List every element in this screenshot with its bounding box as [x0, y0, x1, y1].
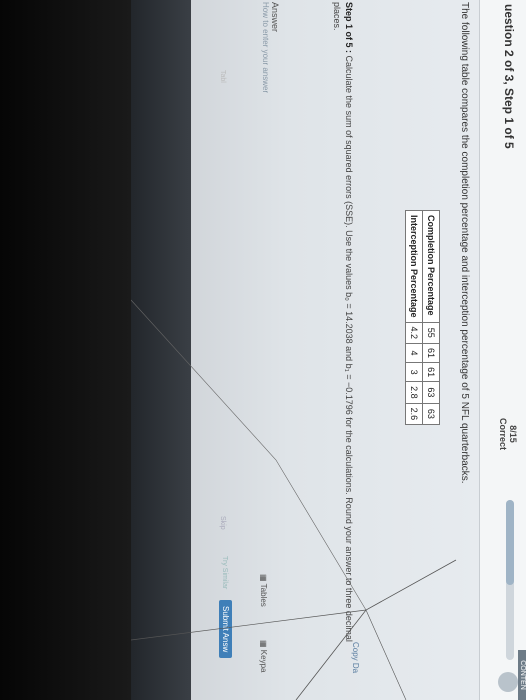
screen-crack-lines: [131, 299, 457, 700]
photo: uestion 2 of 3, Step 1 of 5 8/15 Correct…: [0, 0, 526, 700]
laptop-bezel: hp: [0, 0, 131, 700]
display: uestion 2 of 3, Step 1 of 5 8/15 Correct…: [131, 0, 526, 700]
laptop-screen: uestion 2 of 3, Step 1 of 5 8/15 Correct…: [0, 0, 526, 700]
